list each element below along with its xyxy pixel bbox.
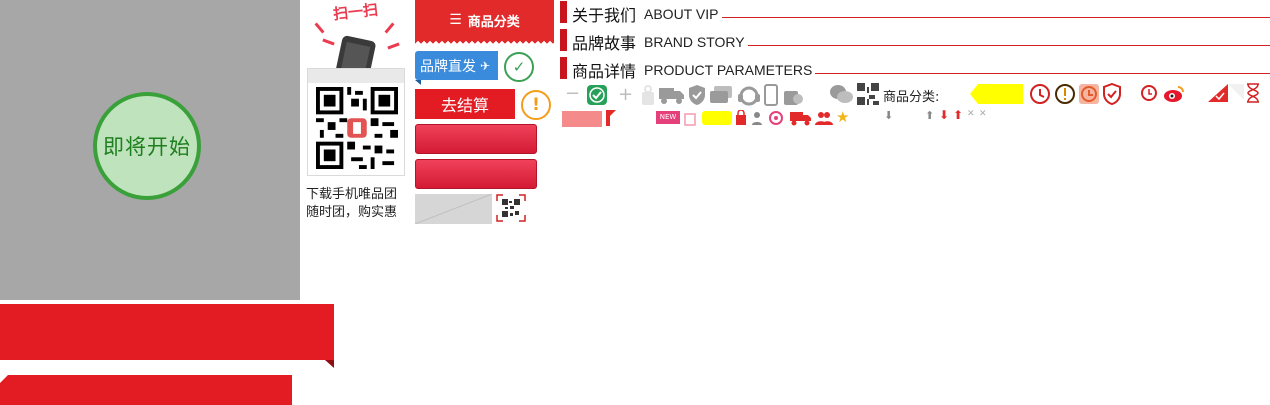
heading-brand-story: 品牌故事 BRAND STORY	[560, 29, 1270, 53]
spark-decoration	[387, 42, 400, 50]
heading-cn: 商品详情	[572, 62, 637, 81]
heading-marker	[560, 1, 567, 23]
hourglass-icon	[1247, 83, 1259, 103]
weibo-icon[interactable]	[1163, 84, 1185, 104]
arrow-up-red-icon[interactable]: ⬆	[953, 108, 963, 122]
placeholder-diagonal	[415, 194, 492, 224]
clock-icon	[1079, 84, 1099, 104]
warning-circle-icon: !	[521, 90, 551, 120]
service-icon	[769, 111, 783, 125]
brand-direct-button[interactable]: 品牌直发 ✈	[415, 51, 498, 80]
image-placeholder	[415, 194, 492, 224]
red-ribbon-banner	[0, 304, 334, 360]
red-gradient-button[interactable]	[415, 159, 537, 189]
heading-marker	[560, 29, 567, 51]
spark-decoration	[384, 22, 395, 34]
list-icon: ☰	[449, 12, 462, 28]
red-ribbon-banner-small	[0, 375, 292, 405]
gift-box-icon	[684, 113, 696, 126]
corner-check-icon	[1208, 84, 1228, 102]
category-button[interactable]: ☰ 商品分类	[415, 0, 554, 40]
users-icon	[815, 112, 833, 125]
ribbon-fold	[325, 360, 334, 368]
check-circle-icon: ✓	[504, 52, 534, 82]
corner-badge-icon	[1228, 84, 1244, 100]
new-badge: NEW	[656, 111, 680, 124]
wechat-icon[interactable]	[829, 84, 854, 104]
shopping-bag-red-icon	[736, 110, 746, 125]
spark-decoration	[314, 22, 325, 34]
arrow-down-red-icon[interactable]: ⬇	[939, 108, 949, 122]
cards-icon	[710, 86, 732, 103]
checkout-button[interactable]: 去结算	[415, 89, 515, 119]
heading-cn: 关于我们	[572, 6, 637, 25]
starting-soon-badge: 即将开始	[93, 92, 201, 200]
pink-tag	[562, 111, 602, 127]
heading-en: PRODUCT PARAMETERS	[644, 62, 813, 78]
truck-icon	[659, 88, 684, 104]
qr-code-icon	[316, 87, 398, 169]
yellow-tag-icon	[970, 84, 1023, 104]
app-download-caption: 下载手机唯品团 随时团，购实惠	[306, 186, 412, 222]
shield-icon	[689, 85, 705, 105]
check-square-icon[interactable]	[586, 84, 608, 106]
mini-qr-icon[interactable]	[496, 194, 526, 222]
heading-cn: 品牌故事	[572, 34, 637, 53]
category-button-label: 商品分类	[467, 14, 520, 30]
shield-red-icon	[1103, 83, 1121, 105]
history-icon	[1030, 84, 1050, 104]
yellow-label	[702, 111, 732, 125]
mobile-phone-icon	[764, 84, 778, 106]
scan-label: 扫一扫	[332, 0, 379, 24]
minus-icon[interactable]: −	[565, 83, 580, 104]
heading-en: ABOUT VIP	[644, 6, 719, 22]
heading-rule	[722, 17, 1270, 18]
red-flag-icon	[606, 110, 616, 126]
gift-icon	[642, 85, 654, 105]
starting-soon-label: 即将开始	[103, 135, 191, 159]
heading-product-parameters: 商品详情 PRODUCT PARAMETERS	[560, 57, 1270, 81]
heading-rule	[815, 73, 1270, 74]
brand-direct-label: 品牌直发	[420, 58, 476, 75]
caption-line: 随时团，购实惠	[306, 205, 398, 220]
heading-rule	[748, 45, 1270, 46]
tag-fold	[415, 80, 421, 85]
arrow-up-gray-icon[interactable]: ⬆	[925, 109, 934, 122]
plus-icon[interactable]: +	[618, 84, 633, 105]
truck-red-icon	[790, 112, 811, 126]
ribbon-notch	[0, 375, 8, 383]
alert-icon	[1055, 84, 1075, 104]
close-small-icon[interactable]: ✕	[979, 109, 987, 119]
heading-about-vip: 关于我们 ABOUT VIP	[560, 1, 1270, 25]
headset-icon	[738, 86, 760, 106]
checkout-button-label: 去结算	[440, 96, 489, 115]
red-gradient-button[interactable]	[415, 124, 537, 154]
clock-small-icon	[1141, 85, 1157, 101]
heading-en: BRAND STORY	[644, 34, 745, 50]
user-pin-icon	[752, 112, 762, 125]
heading-marker	[560, 57, 567, 79]
arrow-down-icon[interactable]: ⬇	[884, 109, 893, 122]
category-strip-label: 商品分类:	[883, 90, 940, 105]
shopping-bag-icon	[784, 91, 803, 105]
plane-icon: ✈	[480, 58, 491, 73]
close-small-icon[interactable]: ✕	[967, 109, 975, 119]
qr-small-icon[interactable]	[857, 83, 879, 105]
caption-line: 下载手机唯品团	[306, 187, 398, 202]
app-download-qr-card	[307, 68, 405, 176]
zigzag-edge	[415, 40, 554, 45]
star-icon: ★	[836, 108, 850, 126]
